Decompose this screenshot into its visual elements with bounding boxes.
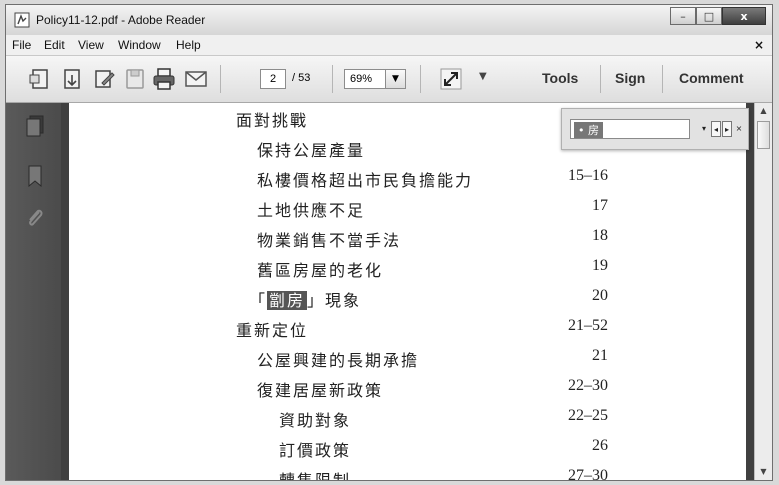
toolbar-separator [332, 65, 333, 93]
menu-file[interactable]: File [12, 38, 31, 52]
bookmarks-icon[interactable] [26, 165, 44, 187]
toc-item: 復建居屋新政策 [257, 381, 384, 400]
toc-page-number: 26 [592, 437, 608, 454]
toc-quote-rest: 」現象 [307, 291, 362, 310]
title-bar[interactable]: Policy11-12.pdf - Adobe Reader – □ x [6, 5, 772, 35]
find-toolbar: • 房 ▾ ◂ ▸ × [561, 108, 749, 150]
page-total: / 53 [292, 72, 311, 84]
fullscreen-icon[interactable] [440, 68, 462, 90]
toc-page-number: 22–30 [568, 377, 608, 394]
comment-button[interactable]: Comment [679, 70, 744, 86]
toc-page-number: 17 [592, 197, 608, 214]
page-number-input[interactable]: 2 [260, 69, 286, 89]
create-pdf-icon[interactable] [28, 67, 52, 91]
toolbar-overflow-button[interactable]: ▼ [479, 71, 487, 82]
toc-page-number: 22–25 [568, 407, 608, 424]
find-term: • 房 [574, 122, 603, 138]
toc-item: 私樓價格超出市民負擔能力 [257, 171, 474, 190]
document-view: 面對挑戰 15–20 保持公屋產量 14 私樓價格超出市民負擔能力 15–16 … [61, 103, 754, 480]
find-input[interactable]: • 房 [570, 119, 690, 139]
maximize-button[interactable]: □ [696, 7, 722, 25]
zoom-input[interactable]: 69% [344, 69, 386, 89]
toc-page-number: 15–16 [568, 167, 608, 184]
save-icon[interactable] [123, 67, 147, 91]
menu-help[interactable]: Help [176, 38, 201, 52]
toolbar-separator [420, 65, 421, 93]
scroll-up-button[interactable]: ▲ [755, 103, 772, 119]
toc-page-number: 19 [592, 257, 608, 274]
toc-subitem: 資助對象 [279, 411, 352, 430]
tools-button[interactable]: Tools [542, 70, 578, 86]
toc-page-number: 20 [592, 287, 608, 304]
zoom-dropdown-button[interactable]: ▼ [386, 69, 406, 89]
toc-heading: 面對挑戰 [236, 111, 309, 130]
toc-page-number: 27–30 [568, 467, 608, 480]
window-title: Policy11-12.pdf - Adobe Reader [36, 13, 206, 27]
edit-pdf-icon[interactable] [92, 67, 116, 91]
toc-item: 土地供應不足 [257, 201, 366, 220]
toc-subitem: 轉售限制 [279, 467, 351, 480]
print-icon[interactable] [152, 67, 176, 91]
scroll-thumb[interactable] [757, 121, 770, 149]
search-highlight: 劏房 [267, 291, 308, 310]
toc-page-number: 21–52 [568, 317, 608, 334]
menu-bar: File Edit View Window Help × [6, 35, 772, 56]
page-thumbnails-icon[interactable] [26, 115, 44, 137]
toolbar-separator [220, 65, 221, 93]
attachments-icon[interactable] [26, 207, 44, 229]
find-options-dropdown[interactable]: ▾ [699, 121, 709, 137]
toolbar: 2 / 53 69% ▼ ▼ Tools Sign Comment [6, 56, 772, 103]
toc-item: 物業銷售不當手法 [257, 231, 402, 250]
menu-window[interactable]: Window [118, 38, 161, 52]
toc-item: 保持公屋產量 [257, 141, 366, 160]
vertical-scrollbar[interactable]: ▲ ▼ [754, 103, 772, 480]
email-icon[interactable] [184, 67, 208, 91]
navigation-pane [6, 103, 61, 480]
close-document-button[interactable]: × [754, 38, 764, 52]
find-previous-button[interactable]: ◂ [711, 121, 721, 137]
find-next-button[interactable]: ▸ [722, 121, 732, 137]
reader-window: Policy11-12.pdf - Adobe Reader – □ x Fil… [5, 4, 773, 481]
toc-page-number: 21 [592, 347, 608, 364]
toc-subitem: 訂價政策 [279, 441, 352, 460]
pdf-app-icon [14, 12, 30, 28]
pdf-page: 面對挑戰 15–20 保持公屋產量 14 私樓價格超出市民負擔能力 15–16 … [69, 103, 746, 480]
minimize-button[interactable]: – [670, 7, 696, 25]
find-close-button[interactable]: × [734, 121, 744, 137]
toc-heading: 重新定位 [236, 321, 309, 340]
close-window-button[interactable]: x [722, 7, 766, 25]
toc-item: 公屋興建的長期承擔 [257, 351, 420, 370]
menu-edit[interactable]: Edit [44, 38, 65, 52]
toc-item: 舊區房屋的老化 [257, 261, 384, 280]
sign-button[interactable]: Sign [615, 70, 645, 86]
toc-quote-open: 「 [249, 291, 268, 310]
toc-item: 「劏房 」現象 [249, 287, 361, 311]
toolbar-separator [600, 65, 601, 93]
scroll-down-button[interactable]: ▼ [755, 464, 772, 480]
toc-page-number: 18 [592, 227, 608, 244]
menu-view[interactable]: View [78, 38, 104, 52]
toolbar-separator [662, 65, 663, 93]
convert-icon[interactable] [60, 67, 84, 91]
